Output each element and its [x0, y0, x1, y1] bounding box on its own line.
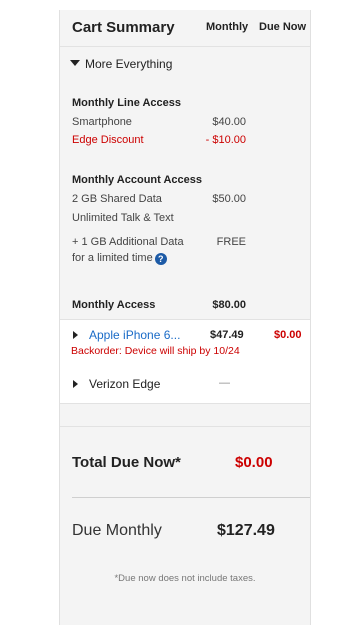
- account-access-heading: Monthly Account Access: [72, 174, 202, 186]
- due-monthly-value: $127.49: [217, 522, 275, 539]
- promo-data-sublabel: for a limited time?: [72, 252, 167, 265]
- totals-section: Total Due Now* $0.00 Due Monthly $127.49…: [60, 426, 310, 626]
- verizon-edge-label: Verizon Edge: [89, 377, 161, 391]
- plan-toggle[interactable]: More Everything: [70, 57, 172, 71]
- due-now-column-header: Due Now: [259, 21, 307, 33]
- caret-down-icon: [70, 60, 80, 66]
- monthly-column-header: Monthly: [206, 21, 249, 33]
- monthly-access-label: Monthly Access: [72, 299, 156, 311]
- verizon-edge-value: —: [219, 377, 230, 389]
- plan-section: More Everything Monthly Line Access Smar…: [60, 47, 310, 319]
- unlimited-talk-text-label: Unlimited Talk & Text: [72, 212, 174, 224]
- plan-toggle-label: More Everything: [85, 57, 173, 71]
- tax-footnote: *Due now does not include taxes.: [114, 573, 256, 584]
- edge-discount-label: Edge Discount: [72, 134, 144, 146]
- promo-data-label: + 1 GB Additional Data: [72, 236, 184, 248]
- due-monthly-label: Due Monthly: [72, 522, 162, 539]
- cart-summary-title: Cart Summary: [72, 19, 175, 36]
- device-name-link[interactable]: Apple iPhone 6...: [89, 328, 180, 342]
- promo-data-value: FREE: [216, 236, 246, 248]
- total-due-now-label: Total Due Now*: [72, 454, 181, 471]
- device-due-now: $0.00: [274, 329, 302, 341]
- smartphone-monthly: $40.00: [212, 116, 246, 128]
- help-icon[interactable]: ?: [154, 253, 167, 265]
- monthly-access-value: $80.00: [212, 299, 246, 311]
- device-monthly: $47.49: [210, 329, 244, 341]
- cart-summary-header: Cart Summary Monthly Due Now: [60, 10, 310, 47]
- totals-divider: [72, 497, 310, 498]
- caret-right-icon: [73, 380, 78, 388]
- shared-data-monthly: $50.00: [212, 193, 246, 205]
- shared-data-label: 2 GB Shared Data: [72, 193, 162, 205]
- verizon-edge-row[interactable]: Verizon Edge —: [60, 366, 310, 404]
- caret-right-icon[interactable]: [73, 331, 78, 339]
- line-access-heading: Monthly Line Access: [72, 97, 182, 109]
- smartphone-label: Smartphone: [72, 116, 132, 128]
- backorder-note: Backorder: Device will ship by 10/24: [71, 345, 240, 357]
- edge-discount-monthly: - $10.00: [205, 134, 246, 146]
- device-row: Apple iPhone 6... $47.49 $0.00 Backorder…: [60, 319, 310, 367]
- total-due-now-value: $0.00: [235, 454, 273, 471]
- cart-summary-panel: Cart Summary Monthly Due Now More Everyt…: [59, 10, 311, 625]
